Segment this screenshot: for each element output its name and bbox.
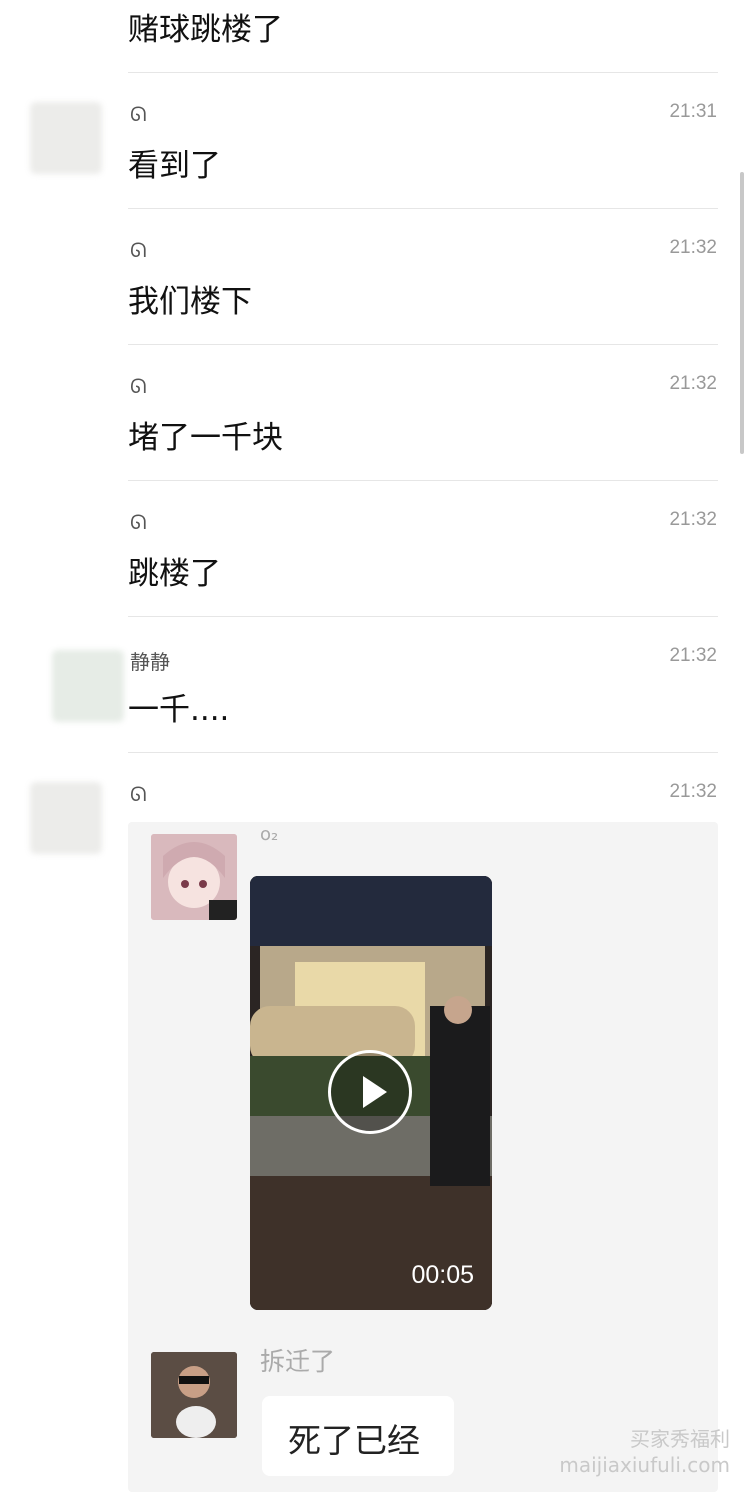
timestamp: 21:32 [669,237,717,258]
message-text: 跳楼了 [128,556,221,592]
watermark-line2: maijiaxiufuli.com [559,1453,730,1477]
divider [128,72,718,73]
sender-name: ᘏ [130,238,147,262]
message-text: 我们楼下 [128,284,252,320]
divider [128,616,718,617]
video-message[interactable]: 00:05 [250,876,492,1310]
sender-name: ᘏ [130,510,147,534]
avatar-anime [151,834,237,920]
play-icon[interactable] [328,1050,412,1134]
timestamp: 21:31 [669,101,717,122]
message-text: 一千.... [128,692,230,728]
avatar[interactable] [30,102,102,174]
second-sender-name: 拆迁了 [260,1347,336,1376]
first-sender-name: o₂ [260,824,279,845]
divider [128,208,718,209]
sender-name: 静静 [130,650,170,674]
bubble-text: 死了已经 [288,1421,420,1460]
person-avatar-icon [151,1352,237,1438]
timestamp: 21:32 [669,781,717,802]
watermark: 买家秀福利 maijiaxiufuli.com [559,1426,730,1478]
timestamp: 21:32 [669,373,717,394]
message-text: 赌球跳楼了 [128,12,283,48]
avatar-person [151,1352,237,1438]
sender-name: ᘏ [130,374,147,398]
timestamp: 21:32 [669,645,717,666]
divider [128,480,718,481]
message-bubble: 死了已经 [262,1396,454,1476]
avatar[interactable] [52,650,124,722]
scrollbar[interactable] [740,172,744,454]
message-text: 看到了 [128,148,221,184]
watermark-line1: 买家秀福利 [630,1427,730,1451]
timestamp: 21:32 [669,509,717,530]
divider [128,344,718,345]
anime-avatar-icon [151,834,237,920]
video-duration: 00:05 [411,1261,474,1289]
sender-name: ᘏ [130,102,147,126]
sender-name: ᘏ [130,782,147,806]
divider [128,752,718,753]
message-text: 堵了一千块 [128,420,283,456]
avatar[interactable] [30,782,102,854]
